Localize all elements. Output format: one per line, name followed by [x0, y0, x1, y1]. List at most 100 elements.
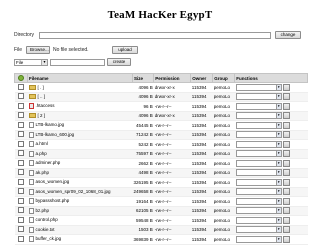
filename-cell[interactable]: asos_women_spr09_02_1068_01.jpg [27, 187, 133, 197]
permission-cell[interactable]: -rw-r--r-- [153, 158, 191, 169]
function-select[interactable]: ▼ [235, 188, 282, 196]
col-size[interactable]: Size [131, 73, 155, 83]
create-button[interactable]: create [107, 58, 131, 66]
permission-cell[interactable]: -rw-r--r-- [153, 225, 191, 235]
go-button[interactable] [282, 140, 290, 148]
function-select[interactable]: ▼ [235, 131, 282, 139]
filename-link[interactable]: a.php [36, 151, 47, 156]
filename-link[interactable]: bypassshost.php [36, 198, 70, 203]
row-checkbox[interactable] [18, 197, 24, 204]
row-checkbox-cell[interactable] [14, 215, 28, 226]
filename-cell[interactable]: bypassshost.php [27, 196, 133, 207]
filename-cell[interactable]: ak.php [27, 168, 133, 178]
row-checkbox-cell[interactable] [14, 92, 28, 102]
permission-cell[interactable]: -rw-r--r-- [153, 177, 191, 188]
col-owner[interactable]: Owner [190, 73, 214, 83]
table-row[interactable]: asos_women.jpg 326195 B -rw-r--r-- 115394 pe… [14, 177, 308, 188]
row-checkbox-cell[interactable] [14, 120, 28, 131]
permission-cell[interactable]: -rw-r--r-- [153, 215, 191, 226]
function-select[interactable]: ▼ [235, 159, 282, 167]
row-checkbox-cell[interactable] [14, 206, 28, 216]
go-button[interactable] [282, 226, 290, 234]
row-checkbox[interactable] [18, 140, 24, 147]
function-select[interactable]: ▼ [235, 102, 282, 110]
go-button[interactable] [282, 159, 290, 167]
permission-cell[interactable]: -rw-r--r-- [153, 187, 191, 197]
function-select[interactable]: ▼ [235, 121, 282, 129]
filename-cell[interactable]: bz.php [27, 206, 133, 216]
function-select[interactable]: ▼ [235, 226, 282, 234]
table-row[interactable]: asos_women_spr09_02_1068_01.jpg 249658 B-… [14, 187, 308, 197]
table-row[interactable]: ak.php 4498 B -rw-r--r-- 115394 pemoLo ▼ [14, 168, 308, 178]
go-button[interactable] [282, 216, 290, 224]
table-row[interactable]: [ 2 ] 4096 Bdrwxr-xr-x 115394 pemoLo ▼ [14, 111, 308, 121]
function-select[interactable]: ▼ [235, 112, 282, 120]
table-row[interactable]: bypassshost.php 19164 B -rw-r--r-- 115394 pe… [14, 196, 308, 207]
table-row[interactable]: [ . ] 4096 Bdrwxr-xr-x 115394 pemoLo ▼ [14, 82, 308, 93]
row-checkbox-cell[interactable] [14, 139, 28, 150]
function-select[interactable]: ▼ [235, 150, 282, 158]
row-checkbox[interactable] [18, 150, 24, 157]
row-checkbox-cell[interactable] [14, 187, 28, 197]
row-checkbox[interactable] [18, 216, 24, 223]
filename-cell[interactable]: .htaccess [27, 101, 133, 112]
go-button[interactable] [282, 121, 290, 129]
go-button[interactable] [282, 235, 290, 243]
filename-link[interactable]: asos_women_spr09_02_1068_01.jpg [36, 189, 111, 194]
filename-cell[interactable]: cookie.txt [27, 225, 133, 235]
table-row[interactable]: [ .. ] 4096 Bdrwxr-xr-x 115394 pemoLo ▼ [14, 92, 308, 102]
row-checkbox-cell[interactable] [14, 196, 28, 207]
upload-button[interactable]: upload [112, 46, 138, 54]
filename-link[interactable]: [ 2 ] [38, 113, 46, 118]
change-button[interactable]: change [275, 31, 301, 39]
go-button[interactable] [282, 102, 290, 110]
row-checkbox-cell[interactable] [14, 234, 28, 245]
table-row[interactable]: bz.php 62105 B -rw-r--r-- 115394 pemoLo ▼ [14, 206, 308, 216]
row-checkbox-cell[interactable] [14, 130, 28, 140]
row-checkbox[interactable] [18, 112, 24, 119]
permission-cell[interactable]: -rw-r--r-- [153, 234, 191, 245]
row-checkbox-cell[interactable] [14, 82, 28, 93]
function-select[interactable]: ▼ [235, 207, 282, 215]
go-button[interactable] [282, 150, 290, 158]
go-button[interactable] [282, 207, 290, 215]
table-row[interactable]: buffer_ck.jpg 369839 B -rw-r--r-- 115394 pem… [14, 234, 308, 245]
row-checkbox[interactable] [18, 207, 24, 214]
row-checkbox-cell[interactable] [14, 149, 28, 159]
col-permission[interactable]: Permission [153, 73, 192, 83]
browse-button[interactable]: Browse... [26, 46, 50, 54]
row-checkbox-cell[interactable] [14, 225, 28, 235]
go-button[interactable] [282, 188, 290, 196]
create-name-input[interactable] [50, 58, 105, 66]
table-row[interactable]: LTB-lkamo_600.jpg 71242 B -rw-r--r-- 115394… [14, 130, 308, 140]
permission-cell[interactable]: -rw-r--r-- [153, 101, 191, 112]
permission-cell[interactable]: drwxr-xr-x [153, 82, 191, 93]
col-filename[interactable]: Filename [27, 73, 133, 83]
go-button[interactable] [282, 197, 290, 205]
go-button[interactable] [282, 112, 290, 120]
filename-link[interactable]: ak.php [36, 170, 50, 175]
permission-cell[interactable]: -rw-r--r-- [153, 139, 191, 150]
function-select[interactable]: ▼ [235, 93, 282, 101]
filename-cell[interactable]: LTB-lkamo_600.jpg [27, 130, 133, 140]
table-row[interactable]: cookie.txt 1503 B -rw-r--r-- 115394 pemoLo ▼ [14, 225, 308, 235]
table-row[interactable]: LTB-lkamo.jpg 45445 B -rw-r--r-- 115394 pemo… [14, 120, 308, 131]
permission-cell[interactable]: drwxr-xr-x [153, 111, 191, 121]
select-all-header[interactable] [14, 73, 28, 83]
col-group[interactable]: Group [212, 73, 236, 83]
row-checkbox-cell[interactable] [14, 101, 28, 112]
table-row[interactable]: control.php 59548 B -rw-r--r-- 115394 pemoLo… [14, 215, 308, 226]
filename-link[interactable]: LTB-lkamo.jpg [36, 122, 65, 127]
filename-cell[interactable]: [ 2 ] [27, 111, 133, 121]
function-select[interactable]: ▼ [235, 216, 282, 224]
function-select[interactable]: ▼ [235, 235, 282, 243]
filename-link[interactable]: bz.php [36, 208, 50, 213]
row-checkbox[interactable] [18, 188, 24, 195]
go-button[interactable] [282, 169, 290, 177]
go-button[interactable] [282, 93, 290, 101]
filename-link[interactable]: control.php [36, 217, 58, 222]
filename-link[interactable]: .htaccess [36, 103, 55, 108]
row-checkbox-cell[interactable] [14, 158, 28, 169]
filename-cell[interactable]: asos_women.jpg [27, 177, 133, 188]
filename-link[interactable]: buffer_ck.jpg [36, 236, 62, 241]
